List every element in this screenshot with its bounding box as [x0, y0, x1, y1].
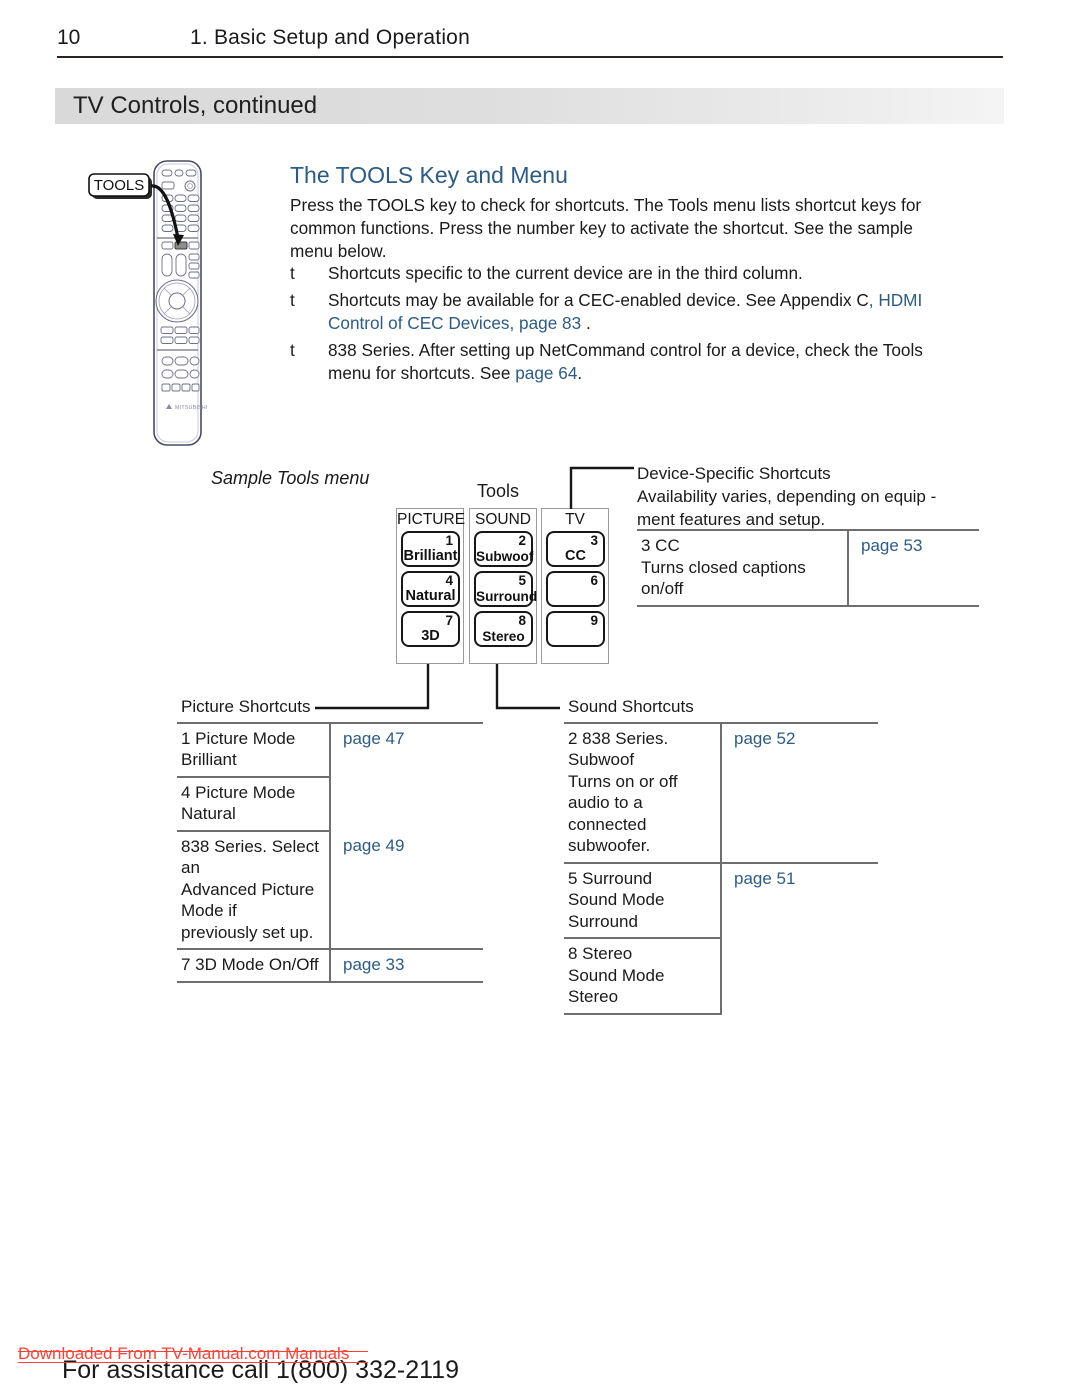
picture-shortcuts-table: Picture Shortcuts 1 Picture Mode Brillia…	[177, 696, 483, 983]
device-callout-line-1: Device-Specific Shortcuts	[637, 464, 831, 483]
watermark-text: Downloaded From TV-Manual.com Manuals	[18, 1344, 350, 1363]
bullet-text-body: 838 Series. After setting up NetCommand …	[328, 340, 923, 384]
device-callout-line-3: ment features and setup.	[637, 510, 826, 529]
remote-control-illustration: MITSUBISHI TOOLS	[84, 158, 264, 448]
menu-key-3[interactable]: 3 CC	[546, 531, 605, 567]
menu-key-number: 3	[590, 533, 598, 548]
shortcut-page-link[interactable]: page 33	[329, 949, 483, 983]
chapter-title: 1. Basic Setup and Operation	[190, 26, 470, 49]
device-shortcuts-table: 3 CC Turns closed captions on/off page 5…	[637, 529, 979, 607]
sound-shortcuts-table: Sound Shortcuts 2 838 Series. Subwoof Tu…	[564, 696, 878, 1015]
bullet-text: Shortcuts specific to the current device…	[328, 263, 803, 283]
shortcut-text: 8 Stereo Sound Mode Stereo	[564, 938, 721, 1015]
device-shortcut-page-link[interactable]: page 53	[847, 529, 979, 607]
picture-shortcuts-caption: Picture Shortcuts	[181, 697, 311, 716]
remote-brand-label: MITSUBISHI	[175, 405, 208, 411]
table-caption-row: Picture Shortcuts	[177, 696, 483, 723]
header-divider	[57, 56, 1003, 58]
watermark-rule-bottom	[18, 1362, 368, 1363]
table-row: 5 Surround Sound Mode Surround page 51	[564, 862, 878, 1014]
menu-key-number: 4	[445, 573, 453, 588]
menu-key-number: 8	[518, 613, 526, 628]
remote-control-svg: MITSUBISHI TOOLS	[88, 160, 208, 446]
menu-key-label: Stereo	[482, 629, 525, 644]
menu-key-number: 5	[518, 573, 526, 588]
menu-key-number: 1	[445, 533, 453, 548]
table-row: 838 Series. Select an Advanced Picture M…	[177, 830, 483, 950]
shortcut-text: 5 Surround Sound Mode Surround	[564, 862, 721, 939]
menu-column-title: PICTURE	[397, 511, 466, 528]
sound-column-connector	[494, 664, 566, 714]
menu-key-8[interactable]: 8 Stereo	[474, 611, 533, 647]
table-row: 1 Picture Mode Brilliant page 47	[177, 721, 483, 831]
menu-key-9[interactable]: 9	[546, 611, 605, 647]
table-row: 7 3D Mode On/Off page 33	[177, 949, 483, 983]
menu-key-2[interactable]: 2 Subwoof	[474, 531, 533, 567]
page-title: TV Controls, continued	[73, 92, 318, 119]
bullet-marker: t	[290, 340, 295, 360]
menu-key-number: 2	[518, 533, 526, 548]
menu-key-5[interactable]: 5 Surround	[474, 571, 538, 607]
tools-callout-label: TOOLS	[94, 177, 145, 194]
menu-key-number: 7	[445, 613, 453, 628]
shortcut-page-link[interactable]: page 51	[720, 862, 878, 1014]
menu-key-6[interactable]: 6	[546, 571, 605, 607]
page-number: 10	[57, 26, 81, 49]
device-shortcut-text: 3 CC Turns closed captions on/off	[637, 529, 848, 607]
menu-key-label: 3D	[421, 628, 440, 644]
device-specific-callout: Device-Specific Shortcuts Availability v…	[637, 462, 955, 531]
tools-intro-paragraph: Press the TOOLS key to check for shortcu…	[290, 195, 922, 262]
menu-key-7[interactable]: 7 3D	[401, 611, 460, 647]
shortcut-text: 7 3D Mode On/Off	[177, 949, 330, 983]
menu-column-tv: TV 3 CC 6 9	[541, 508, 609, 664]
bullet-text: Shortcuts may be available for a CEC-ena…	[328, 289, 930, 335]
menu-key-label: CC	[565, 548, 586, 564]
menu-key-label: Subwoof	[476, 549, 534, 564]
menu-key-number: 6	[590, 573, 598, 588]
menu-column-sound: SOUND 2 Subwoof 5 Surround 8 Stereo	[469, 508, 537, 664]
tools-menu-label: Tools	[477, 481, 520, 501]
shortcut-page-link[interactable]: page 49	[329, 830, 483, 950]
sample-menu-caption: Sample Tools menu	[211, 468, 370, 488]
bullet-marker: t	[290, 263, 295, 283]
bullet-text: 838 Series. After setting up NetCommand …	[328, 339, 930, 385]
device-callout-line-2: Availability varies, depending on equip …	[637, 487, 937, 506]
shortcut-text: 2 838 Series. Subwoof Turns on or off au…	[564, 721, 721, 864]
shortcut-text: 838 Series. Select an Advanced Picture M…	[177, 830, 330, 950]
bullet-text-tail: .	[577, 363, 583, 384]
bullet-text-tail: .	[581, 313, 591, 334]
bullet-item-2: t Shortcuts may be available for a CEC-e…	[290, 289, 930, 335]
menu-key-label: Surround	[476, 589, 538, 604]
bullet-text-body: Shortcuts may be available for a CEC-ena…	[328, 290, 869, 310]
bullet-item-1: t Shortcuts specific to the current devi…	[290, 262, 930, 285]
menu-column-title: SOUND	[475, 511, 531, 528]
tv-column-connector	[568, 465, 634, 509]
bullet-item-3: t 838 Series. After setting up NetComman…	[290, 339, 930, 385]
menu-column-picture: PICTURE 1 Brilliant 4 Natural 7 3D	[396, 508, 466, 664]
tools-section-heading: The TOOLS Key and Menu	[290, 162, 568, 188]
menu-key-4[interactable]: 4 Natural	[401, 571, 460, 607]
menu-key-number: 9	[590, 613, 598, 628]
table-caption-row: Sound Shortcuts	[564, 696, 878, 723]
cross-reference-link[interactable]: page 64	[515, 363, 577, 383]
shortcut-page-link[interactable]: page 47	[329, 721, 483, 831]
bullet-marker: t	[290, 290, 295, 310]
menu-key-label: Natural	[405, 588, 456, 604]
table-row: 2 838 Series. Subwoof Turns on or off au…	[564, 721, 878, 864]
watermark-rule-top	[18, 1351, 368, 1352]
shortcut-text: 1 Picture Mode Brilliant	[177, 721, 330, 778]
sound-shortcuts-caption: Sound Shortcuts	[568, 697, 694, 716]
shortcut-page-link[interactable]: page 52	[720, 721, 878, 864]
menu-key-1[interactable]: 1 Brilliant	[401, 531, 460, 567]
menu-column-title: TV	[565, 511, 585, 528]
running-head: 10 1. Basic Setup and Operation	[57, 26, 1002, 58]
menu-key-label: Brilliant	[403, 548, 458, 564]
shortcut-text: 4 Picture Mode Natural	[177, 776, 330, 832]
table-row: 3 CC Turns closed captions on/off page 5…	[637, 529, 979, 607]
